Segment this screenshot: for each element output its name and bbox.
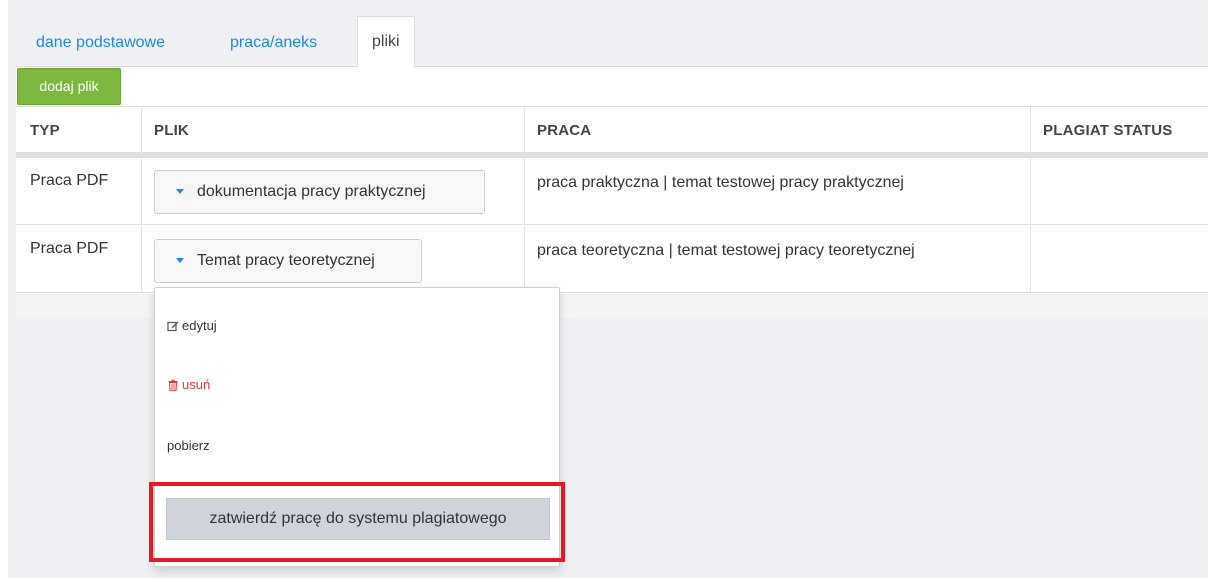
table-row: Praca PDF Temat pracy teoretycznej praca… — [16, 226, 1208, 293]
cell-typ: Praca PDF — [30, 172, 109, 189]
column-header-plik: PLIK — [154, 122, 189, 139]
column-header-praca: PRACA — [537, 122, 592, 139]
menu-item-label: pobierz — [167, 438, 210, 453]
tab-praca-aneks[interactable]: praca/aneks — [230, 18, 317, 67]
caret-down-icon — [176, 189, 184, 194]
add-file-button[interactable]: dodaj plik — [17, 68, 121, 105]
approve-plagiarism-button[interactable]: zatwierdź pracę do systemu plagiatowego — [166, 498, 550, 540]
table-header: TYP PLIK PRACA PLAGIAT STATUS — [16, 106, 1208, 155]
file-name: Temat pracy teoretycznej — [197, 252, 375, 269]
column-divider — [1030, 158, 1031, 225]
table-row: Praca PDF dokumentacja pracy praktycznej… — [16, 158, 1208, 225]
menu-item-label: edytuj — [182, 318, 217, 333]
file-dropdown-button-open[interactable]: Temat pracy teoretycznej — [154, 239, 422, 283]
trash-icon — [168, 379, 178, 391]
column-divider — [141, 107, 142, 155]
menu-item-download[interactable]: pobierz — [167, 438, 210, 453]
column-divider — [524, 226, 525, 293]
left-edge — [0, 0, 8, 578]
column-divider — [1030, 226, 1031, 293]
column-divider — [524, 158, 525, 225]
column-divider — [1030, 107, 1031, 155]
cell-typ: Praca PDF — [30, 240, 109, 257]
menu-item-edit[interactable]: edytuj — [167, 318, 217, 333]
file-dropdown-button[interactable]: dokumentacja pracy praktycznej — [154, 170, 485, 214]
menu-item-label: usuń — [182, 377, 211, 392]
column-header-typ: TYP — [30, 122, 60, 139]
column-divider — [141, 158, 142, 225]
cell-praca: praca praktyczna | temat testowej pracy … — [537, 174, 904, 191]
tab-dane-podstawowe[interactable]: dane podstawowe — [36, 18, 165, 67]
edit-icon — [167, 321, 179, 331]
column-divider — [141, 226, 142, 293]
menu-item-delete[interactable]: usuń — [167, 377, 210, 392]
caret-down-icon — [176, 258, 184, 263]
tab-bar: dane podstawowe praca/aneks pliki — [16, 12, 1208, 68]
column-header-plagiat-status: PLAGIAT STATUS — [1043, 122, 1173, 139]
tab-pliki[interactable]: pliki — [357, 16, 415, 68]
column-divider — [524, 107, 525, 155]
file-name: dokumentacja pracy praktycznej — [197, 183, 426, 200]
cell-praca: praca teoretyczna | temat testowej pracy… — [537, 242, 915, 259]
